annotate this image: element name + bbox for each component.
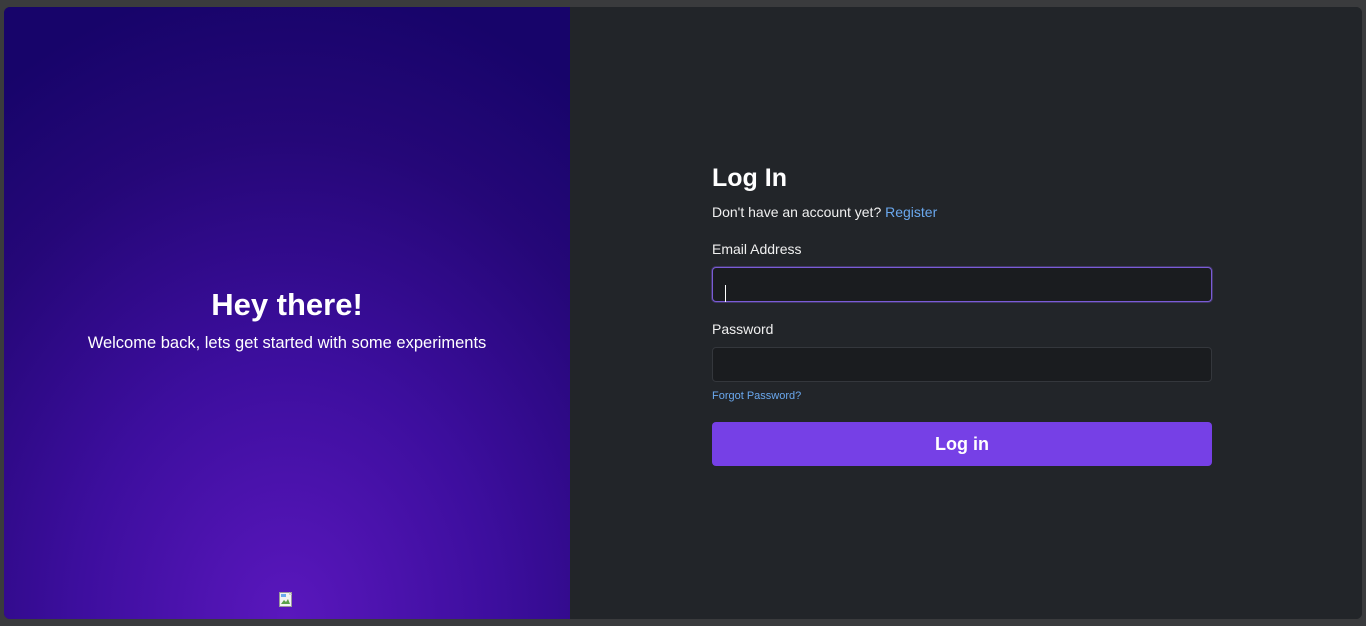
register-link[interactable]: Register — [885, 204, 937, 220]
register-prompt: Don't have an account yet? — [712, 204, 882, 220]
password-field[interactable] — [712, 347, 1212, 382]
register-prompt-line: Don't have an account yet? Register — [712, 203, 1212, 221]
login-panel: Log In Don't have an account yet? Regist… — [570, 7, 1362, 619]
hero-title: Hey there! — [211, 287, 363, 322]
login-button[interactable]: Log in — [712, 422, 1212, 466]
hero: Hey there! Welcome back, lets get starte… — [4, 285, 570, 353]
app-window: Hey there! Welcome back, lets get starte… — [4, 7, 1362, 619]
email-field[interactable] — [712, 267, 1212, 302]
text-caret — [725, 285, 726, 302]
email-label: Email Address — [712, 241, 802, 257]
login-form: Log In Don't have an account yet? Regist… — [712, 162, 1212, 466]
forgot-password-link[interactable]: Forgot Password? — [712, 389, 801, 403]
email-field-wrapper — [712, 267, 1212, 302]
welcome-panel: Hey there! Welcome back, lets get starte… — [4, 7, 570, 619]
password-label: Password — [712, 321, 774, 337]
broken-image-icon — [279, 592, 292, 607]
hero-subtitle: Welcome back, lets get started with some… — [87, 334, 487, 352]
login-title: Log In — [712, 164, 787, 192]
